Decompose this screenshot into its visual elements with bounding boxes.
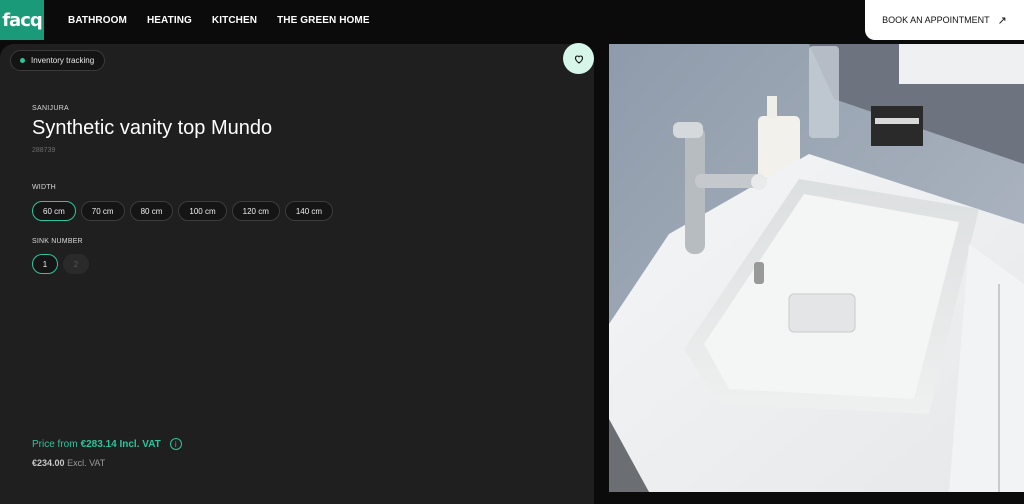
price-from: Price from €283.14 Incl. VAT i (32, 438, 182, 450)
width-option-120[interactable]: 120 cm (231, 201, 280, 221)
price-prefix: Price from (32, 438, 78, 450)
top-navigation: facq BATHROOM HEATING KITCHEN THE GREEN … (0, 0, 1024, 40)
sink-number-options: 1 2 (32, 254, 89, 274)
width-option-60[interactable]: 60 cm (32, 201, 76, 221)
inventory-tracking-badge[interactable]: Inventory tracking (10, 50, 106, 71)
inventory-tracking-label: Inventory tracking (31, 56, 95, 65)
sink-option-2: 2 (63, 254, 89, 274)
info-icon[interactable]: i (169, 438, 182, 450)
price-excl-value: €234.00 (32, 458, 65, 468)
width-option-140[interactable]: 140 cm (284, 201, 334, 221)
book-appointment-label: BOOK AN APPOINTMENT (882, 15, 990, 25)
book-appointment-button[interactable]: BOOK AN APPOINTMENT ↗ (865, 0, 1024, 40)
heart-icon (574, 54, 583, 64)
arrow-up-right-icon: ↗ (997, 14, 1007, 27)
nav-green-home[interactable]: THE GREEN HOME (277, 15, 370, 26)
price-incl-vat: €283.14 Incl. VAT (80, 438, 161, 450)
width-option-70[interactable]: 70 cm (80, 201, 125, 221)
main-nav: BATHROOM HEATING KITCHEN THE GREEN HOME (68, 0, 370, 40)
product-image[interactable] (609, 44, 1024, 492)
product-brand: SANIJURA (32, 105, 70, 112)
nav-bathroom[interactable]: BATHROOM (68, 15, 127, 26)
status-dot-icon (20, 58, 25, 63)
price-excl-vat: €234.00 Excl. VAT (32, 458, 105, 468)
width-option-100[interactable]: 100 cm (178, 201, 227, 221)
nav-kitchen[interactable]: KITCHEN (212, 15, 257, 26)
favorite-button[interactable] (563, 43, 594, 74)
sink-option-1[interactable]: 1 (32, 254, 58, 274)
width-label: WIDTH (32, 184, 56, 191)
sink-number-label: SINK NUMBER (32, 238, 83, 245)
nav-heating[interactable]: HEATING (147, 15, 192, 26)
vanity-top-photo (609, 44, 1024, 492)
price-excl-suffix: Excl. VAT (67, 458, 106, 468)
product-title: Synthetic vanity top Mundo (32, 117, 273, 139)
width-option-80[interactable]: 80 cm (129, 201, 174, 221)
product-panel (0, 44, 594, 504)
facq-logo[interactable]: facq (0, 0, 44, 40)
width-options: 60 cm 70 cm 80 cm 100 cm 120 cm 140 cm (32, 201, 334, 221)
product-sku: 288739 (32, 147, 56, 154)
